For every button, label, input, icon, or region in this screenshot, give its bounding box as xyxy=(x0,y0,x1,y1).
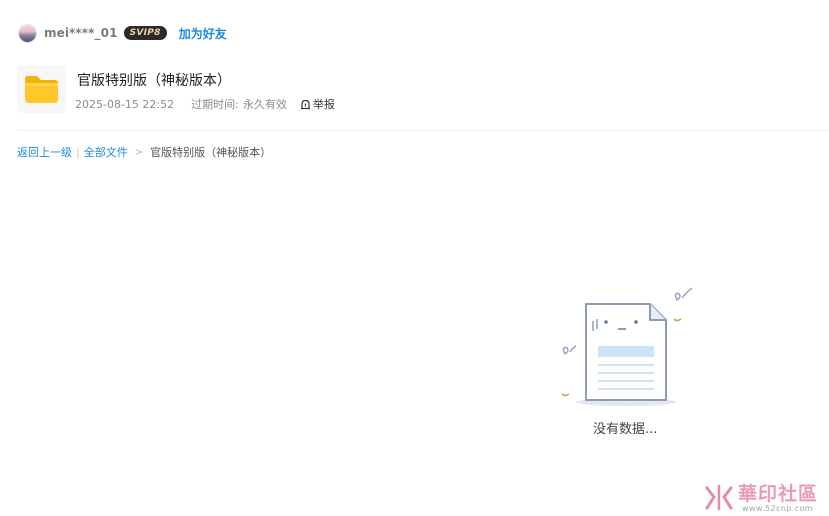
back-link[interactable]: 返回上一级 xyxy=(17,144,72,160)
file-meta: 2025-08-15 22:52 过期时间: 永久有效 举报 xyxy=(75,96,335,112)
expiry-value: 永久有效 xyxy=(242,98,287,111)
svip-badge: SVIP8 xyxy=(123,26,167,40)
watermark-title: 華印社區 xyxy=(738,483,819,505)
watermark-logo-icon xyxy=(705,484,733,511)
breadcrumb-separator: | xyxy=(76,145,80,159)
expiry-label: 过期时间: xyxy=(191,98,239,111)
report-label: 举报 xyxy=(312,98,335,111)
alarm-icon xyxy=(300,99,310,109)
watermark: 華印社區 www.52cnp.com xyxy=(696,478,829,516)
breadcrumb: 返回上一级 | 全部文件 > 官版特别版（神秘版本） xyxy=(17,144,271,160)
empty-illustration xyxy=(556,282,696,414)
all-files-link[interactable]: 全部文件 xyxy=(84,144,128,160)
breadcrumb-current: 官版特别版（神秘版本） xyxy=(150,146,272,159)
add-friend-link[interactable]: 加为好友 xyxy=(179,25,227,42)
breadcrumb-arrow: > xyxy=(134,146,144,158)
empty-text: 没有数据... xyxy=(593,422,658,437)
divider xyxy=(17,130,829,131)
file-title: 官版特别版（神秘版本） xyxy=(77,73,231,89)
avatar[interactable] xyxy=(18,23,37,43)
folder-thumbnail xyxy=(17,65,66,113)
watermark-url: www.52cnp.com xyxy=(742,504,813,513)
empty-document-icon xyxy=(561,287,693,406)
file-date: 2025-08-15 22:52 xyxy=(75,97,175,111)
report-button[interactable]: 举报 xyxy=(300,96,335,112)
folder-icon xyxy=(25,75,58,103)
username[interactable]: mei****_01 xyxy=(44,26,118,40)
user-row: mei****_01 SVIP8 加为好友 xyxy=(18,23,227,43)
